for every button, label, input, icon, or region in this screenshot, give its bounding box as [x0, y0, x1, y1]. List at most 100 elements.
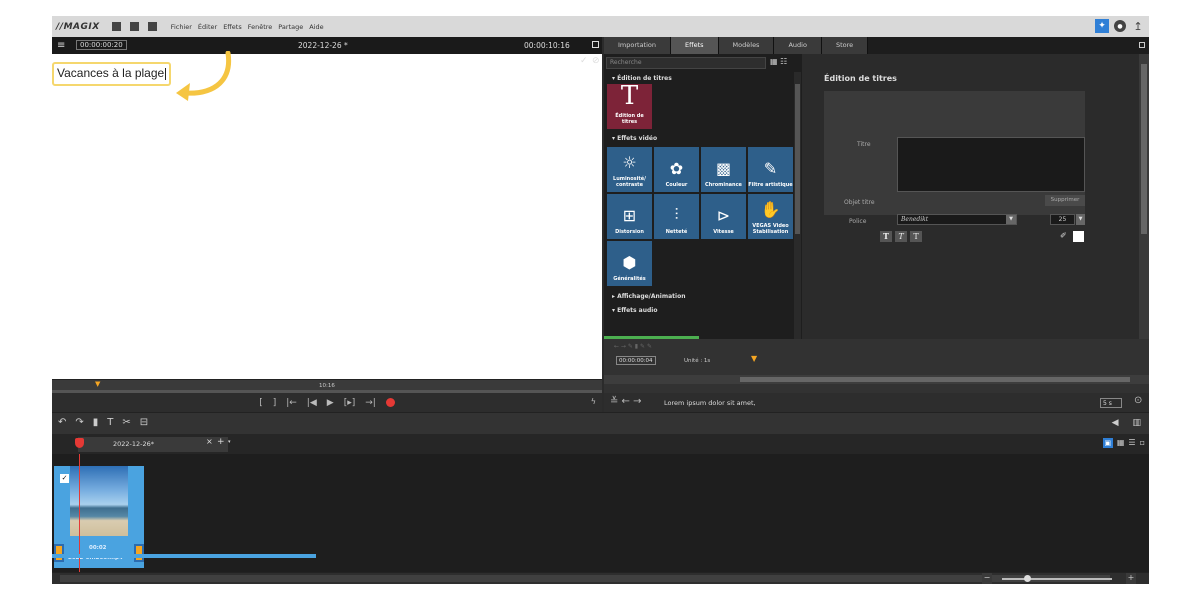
- font-select[interactable]: Benedikt ▼: [897, 214, 1017, 225]
- preview-timeline[interactable]: ▼ 10:16: [52, 379, 602, 393]
- section-audio-effects[interactable]: ▾ Effets audio: [612, 307, 657, 314]
- menu-aide[interactable]: Aide: [309, 23, 323, 31]
- video-clip[interactable]: ✓ 00:02 2022-0...205.mp4: [54, 466, 144, 568]
- redo-icon[interactable]: ↷: [75, 417, 83, 428]
- tile-luminosite[interactable]: ☼ Luminosité/ contraste: [607, 147, 652, 192]
- menu-effets[interactable]: Effets: [223, 23, 242, 31]
- grid-view-icon[interactable]: ▦ ☷: [770, 57, 787, 66]
- zoom-in-icon[interactable]: +: [1126, 573, 1136, 584]
- set-in-point-icon[interactable]: [: [259, 398, 263, 408]
- add-tab-icon[interactable]: +: [217, 437, 225, 447]
- tile-generalites[interactable]: ⬢ Généralités: [607, 241, 652, 286]
- play-range-icon[interactable]: [▸]: [344, 398, 356, 408]
- effect-marker-icon[interactable]: ▼: [751, 354, 757, 363]
- eyedropper-icon[interactable]: ✐: [1060, 231, 1067, 240]
- title-panel-scrollbar[interactable]: [1139, 54, 1149, 339]
- insert-icon[interactable]: ⊟: [140, 417, 148, 428]
- delete-icon[interactable]: ▮: [93, 417, 99, 428]
- effects-scroll-thumb[interactable]: [795, 84, 800, 234]
- lightning-icon[interactable]: ϟ: [591, 397, 596, 406]
- tab-effets[interactable]: Effets: [671, 37, 719, 54]
- clip-trim-right-handle[interactable]: [134, 544, 144, 562]
- preview-canvas[interactable]: Vacances à la plage: [52, 51, 602, 379]
- tab-store[interactable]: Store: [821, 37, 869, 54]
- title-textarea[interactable]: [897, 137, 1085, 192]
- checkmark-icon[interactable]: ✓: [580, 56, 588, 66]
- tile-edition-titres[interactable]: T Édition de titres: [607, 81, 652, 129]
- open-folder-icon[interactable]: [129, 22, 139, 31]
- effect-timeline-scrollbar[interactable]: [604, 375, 1149, 384]
- maximize-timeline-icon[interactable]: ▫: [1140, 438, 1145, 448]
- tile-nettete[interactable]: ⫶ Netteté: [654, 194, 699, 239]
- storyboard-view-icon[interactable]: ▣: [1102, 438, 1113, 448]
- tile-chrominance[interactable]: ▩ Chrominance: [701, 147, 746, 192]
- tab-dropdown-icon[interactable]: ▾: [228, 439, 231, 445]
- tile-vegas-stabilisation[interactable]: ✋ VEGAS Video Stabilisation: [748, 194, 793, 239]
- menu-editer[interactable]: Éditer: [198, 23, 217, 31]
- volume-icon[interactable]: ◀: [1112, 418, 1119, 428]
- effects-scrollbar[interactable]: [794, 72, 801, 339]
- zoom-slider-knob[interactable]: [1024, 575, 1031, 582]
- clip-checkbox[interactable]: ✓: [60, 474, 69, 483]
- section-video-effects[interactable]: ▾ Effets vidéo: [612, 135, 657, 142]
- tab-audio[interactable]: Audio: [774, 37, 822, 54]
- timeline-playhead-handle[interactable]: [75, 438, 84, 448]
- menu-fenetre[interactable]: Fenêtre: [248, 23, 273, 31]
- cancel-circle-icon[interactable]: ⊘: [592, 56, 600, 66]
- maximize-panel-icon[interactable]: [1139, 42, 1145, 48]
- undo-icon[interactable]: ↶: [58, 417, 66, 428]
- title-panel-scroll-thumb[interactable]: [1141, 64, 1147, 234]
- play-icon[interactable]: ▶: [327, 398, 334, 408]
- settings-icon[interactable]: ●: [1114, 20, 1126, 32]
- timeline-scrollbar[interactable]: [60, 575, 1110, 582]
- tab-modeles[interactable]: Modèles: [718, 37, 775, 54]
- tile-couleur[interactable]: ✿ Couleur: [654, 147, 699, 192]
- export-upload-icon[interactable]: ↥: [1131, 19, 1145, 33]
- go-to-end-icon[interactable]: →|: [365, 398, 376, 408]
- close-tab-icon[interactable]: ×: [206, 437, 213, 446]
- text-tool-icon[interactable]: T: [107, 417, 113, 428]
- play-range-bar[interactable]: [52, 554, 316, 558]
- record-icon[interactable]: [385, 398, 395, 407]
- new-file-icon[interactable]: [111, 22, 121, 31]
- title-text-box[interactable]: Vacances à la plage: [52, 62, 172, 86]
- menu-fichier[interactable]: Fichier: [171, 23, 192, 31]
- clock-icon[interactable]: ⊙: [1134, 395, 1142, 406]
- tile-vitesse[interactable]: ⊳ Vitesse: [701, 194, 746, 239]
- zoom-out-icon[interactable]: −: [982, 573, 992, 584]
- tile-distorsion[interactable]: ⊞ Distorsion: [607, 194, 652, 239]
- grid-mode-icon[interactable]: ▦: [1117, 438, 1125, 448]
- bold-button[interactable]: T: [880, 231, 892, 242]
- delete-button[interactable]: Supprimer: [1045, 195, 1085, 206]
- outline-button[interactable]: T: [910, 231, 922, 242]
- maximize-preview-icon[interactable]: [592, 41, 599, 48]
- section-display-animation[interactable]: ▸ Affichage/Animation: [612, 293, 685, 300]
- clip-trim-left-handle[interactable]: [54, 544, 64, 562]
- mixer-icon[interactable]: ▥: [1132, 418, 1141, 428]
- italic-button[interactable]: T: [895, 231, 907, 242]
- magic-wand-icon[interactable]: ✦: [1095, 19, 1109, 33]
- font-size-field[interactable]: 25: [1050, 214, 1075, 225]
- effects-search-input[interactable]: Recherche: [606, 57, 766, 69]
- go-to-start-marker-icon[interactable]: |←: [286, 398, 297, 408]
- tile-filtre-artistique[interactable]: ✎ Filtre artistique: [748, 147, 793, 192]
- playhead-marker-icon[interactable]: ▼: [95, 380, 100, 388]
- go-to-start-icon[interactable]: |◀: [307, 398, 317, 408]
- font-size-dropdown-icon[interactable]: ▼: [1076, 214, 1085, 225]
- font-dropdown-icon[interactable]: ▼: [1006, 215, 1016, 224]
- hamburger-menu-icon[interactable]: ≡: [57, 40, 65, 51]
- effect-timeline-scroll-thumb[interactable]: [740, 377, 1130, 382]
- timeline-view-icon[interactable]: ☰: [1128, 438, 1135, 448]
- zoom-slider[interactable]: [1002, 578, 1112, 580]
- set-out-point-icon[interactable]: ]: [273, 398, 277, 408]
- save-icon[interactable]: [147, 22, 157, 31]
- keyframe-tools-icon[interactable]: ← → ✎ ▮ ✎ ✎: [614, 343, 652, 350]
- preview-timecode[interactable]: 00:00:00:20: [76, 40, 127, 50]
- menu-partage[interactable]: Partage: [278, 23, 303, 31]
- color-swatch[interactable]: [1073, 231, 1084, 242]
- tab-importation[interactable]: Importation: [604, 37, 672, 54]
- collapse-chevron-icon[interactable]: ≚ ← →: [610, 396, 642, 407]
- effect-timecode[interactable]: 00:00:00:04: [616, 356, 656, 365]
- cut-icon[interactable]: ✂: [122, 417, 130, 428]
- duration-field[interactable]: 5 s: [1100, 398, 1122, 408]
